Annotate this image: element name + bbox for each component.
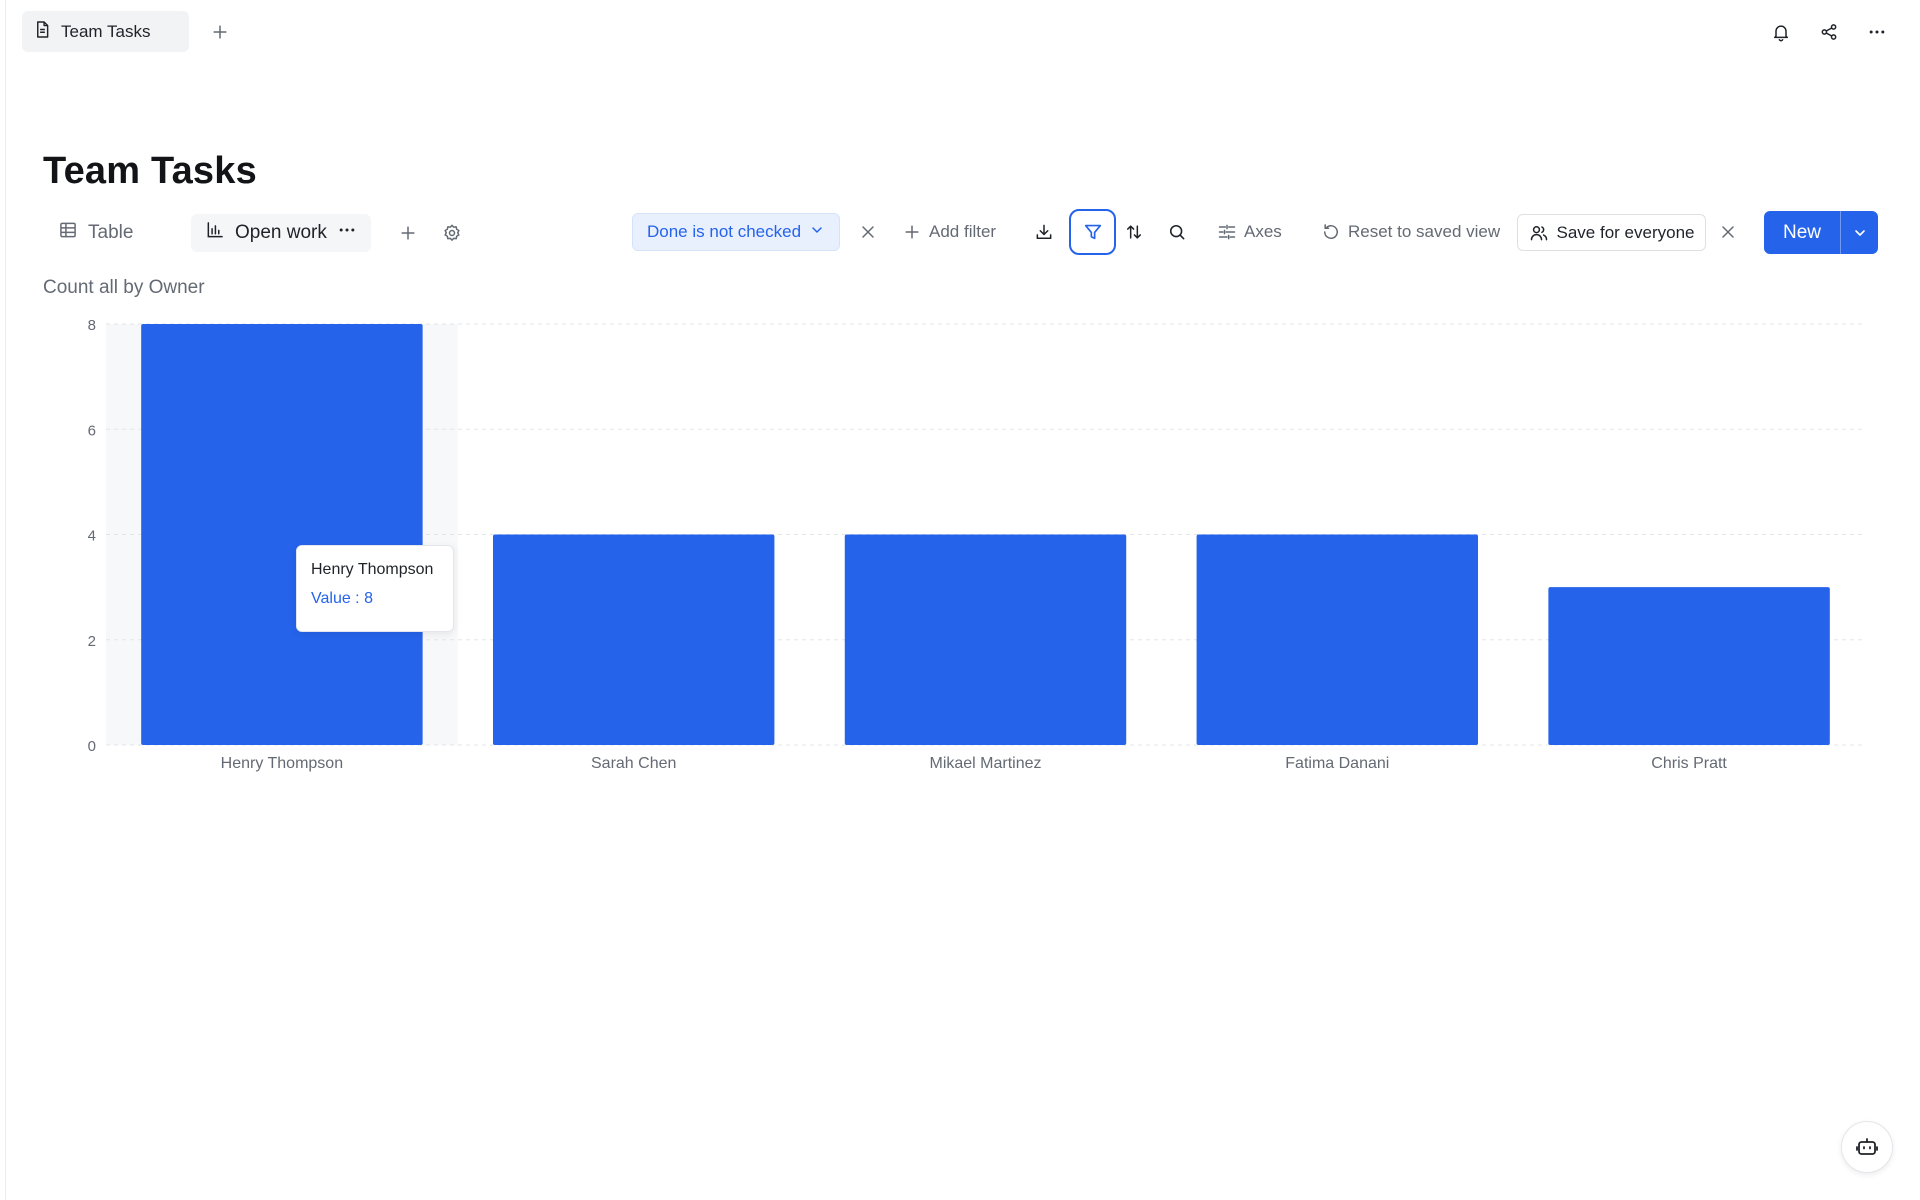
- chart-tooltip: Henry Thompson Value : 8: [296, 545, 454, 632]
- x-tick-label: Henry Thompson: [221, 755, 343, 772]
- x-tick-label: Mikael Martinez: [929, 755, 1041, 772]
- filter-chip-done[interactable]: Done is not checked: [632, 213, 840, 251]
- tooltip-value: Value : 8: [311, 590, 373, 607]
- notifications-button[interactable]: [1765, 16, 1797, 48]
- search-button[interactable]: [1161, 216, 1193, 248]
- document-tab[interactable]: Team Tasks: [22, 11, 189, 52]
- close-icon: [1722, 226, 1734, 238]
- reset-view-label: Reset to saved view: [1348, 222, 1501, 241]
- filter-icon: [1084, 224, 1101, 240]
- sort-icon: [1127, 225, 1141, 239]
- x-tick-label: Chris Pratt: [1651, 755, 1727, 772]
- view-tab-label: Table: [88, 222, 134, 243]
- view-tab-label: Open work: [235, 222, 327, 243]
- add-filter-button[interactable]: Add filter: [902, 214, 996, 250]
- chevron-down-icon: [1854, 229, 1865, 236]
- add-view-button[interactable]: [392, 217, 424, 249]
- view-options-icon[interactable]: [337, 220, 357, 246]
- table-icon: [58, 220, 78, 246]
- bar[interactable]: [492, 534, 775, 746]
- save-for-everyone-button[interactable]: Save for everyone: [1517, 214, 1706, 251]
- remove-filter-button[interactable]: [852, 216, 884, 248]
- chevron-down-icon: [809, 222, 825, 243]
- y-tick-label: 0: [88, 738, 96, 755]
- x-tick-label: Fatima Danani: [1285, 755, 1389, 772]
- y-tick-label: 6: [88, 422, 96, 439]
- view-settings-button[interactable]: [436, 217, 468, 249]
- new-record-button[interactable]: New: [1764, 211, 1878, 254]
- discard-changes-button[interactable]: [1712, 216, 1744, 248]
- add-tab-button[interactable]: [204, 16, 236, 48]
- bell-icon: [1774, 25, 1788, 42]
- search-icon: [1169, 224, 1185, 240]
- bar-chart-icon: [205, 220, 225, 246]
- bar[interactable]: [1196, 534, 1479, 746]
- y-tick-label: 2: [88, 633, 96, 650]
- chart-title: Count all by Owner: [43, 277, 205, 298]
- sliders-icon: [1218, 224, 1236, 240]
- assistant-button[interactable]: [1841, 1121, 1893, 1173]
- view-tab-table[interactable]: Table: [58, 214, 133, 252]
- y-tick-label: 8: [88, 317, 96, 334]
- document-tab-label: Team Tasks: [61, 21, 151, 41]
- more-horizontal-icon: [1869, 30, 1885, 34]
- download-icon: [1036, 224, 1052, 239]
- save-for-everyone-label: Save for everyone: [1556, 222, 1695, 242]
- sort-button[interactable]: [1118, 216, 1150, 248]
- y-tick-label: 4: [88, 528, 96, 545]
- filter-button[interactable]: [1069, 209, 1116, 255]
- filter-chip-label: Done is not checked: [647, 222, 802, 241]
- gear-icon: [444, 224, 460, 241]
- bar[interactable]: [1548, 587, 1830, 745]
- users-icon: [1530, 225, 1547, 240]
- close-icon: [862, 226, 874, 238]
- page-title: Team Tasks: [43, 150, 257, 192]
- bar[interactable]: [141, 324, 423, 745]
- share-icon: [1821, 24, 1837, 40]
- bar-chart: 0 2 4 6 8 Henry Thompson Sarah Chen Mikael Mart…: [88, 317, 1865, 772]
- plus-icon: [401, 226, 415, 240]
- plus-icon: [213, 25, 227, 39]
- plus-icon: [905, 225, 919, 239]
- download-button[interactable]: [1028, 216, 1060, 248]
- document-icon: [33, 20, 52, 44]
- reset-icon: [1324, 224, 1338, 239]
- reset-view-button[interactable]: Reset to saved view: [1321, 214, 1500, 250]
- new-dropdown-toggle[interactable]: [1840, 211, 1878, 254]
- bar[interactable]: [844, 534, 1127, 746]
- more-options-button[interactable]: [1861, 16, 1893, 48]
- axes-button[interactable]: Axes: [1217, 214, 1282, 250]
- tooltip-name: Henry Thompson: [311, 561, 434, 578]
- x-tick-label: Sarah Chen: [591, 755, 676, 772]
- view-tab-open-work[interactable]: Open work: [191, 214, 371, 252]
- add-filter-label: Add filter: [929, 222, 997, 241]
- bot-icon: [1856, 1138, 1878, 1155]
- new-button-label[interactable]: New: [1764, 211, 1840, 254]
- share-button[interactable]: [1813, 16, 1845, 48]
- page: Team Tasks Team Tasks Table Open work Do…: [0, 0, 1920, 1200]
- axes-label: Axes: [1244, 222, 1282, 241]
